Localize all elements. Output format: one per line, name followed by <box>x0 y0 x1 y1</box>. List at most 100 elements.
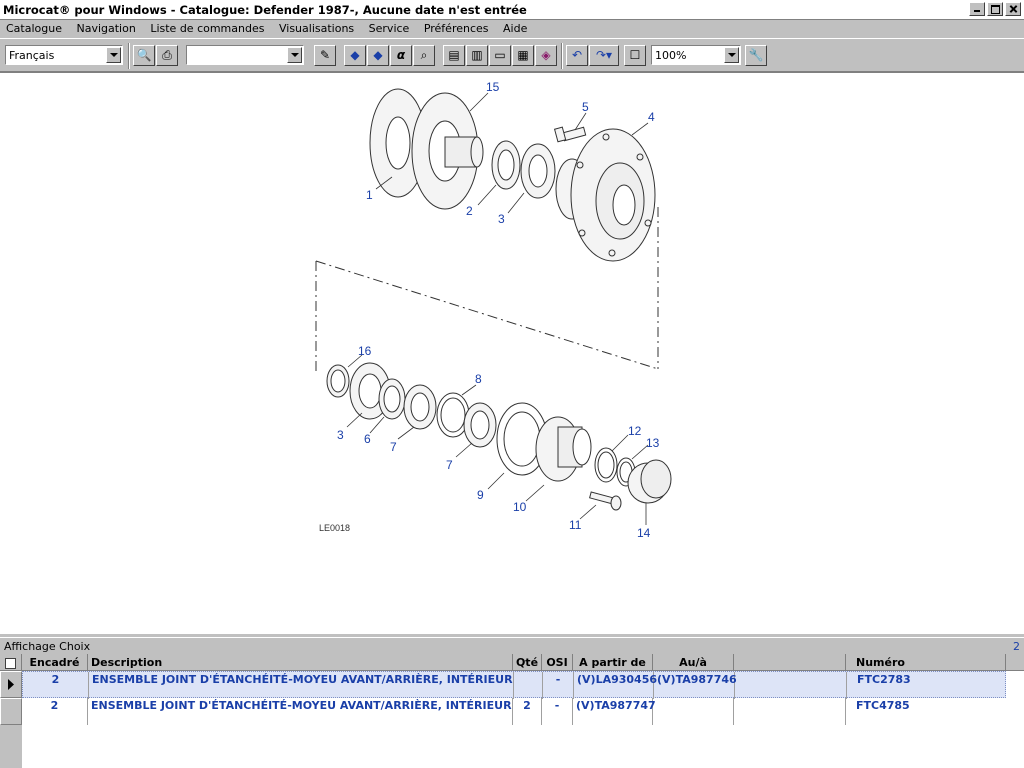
menu-order-list[interactable]: Liste de commandes <box>144 20 269 35</box>
result-count: 2 <box>1013 640 1020 653</box>
callout-2[interactable]: 2 <box>466 204 473 218</box>
list-view-button[interactable]: ▤ <box>443 45 465 66</box>
chevron-down-icon[interactable] <box>287 47 302 63</box>
notes-button[interactable]: ☐ <box>624 45 646 66</box>
menu-navigation[interactable]: Navigation <box>70 20 140 35</box>
catalogue-book-button[interactable]: ◈ <box>535 45 557 66</box>
select-all-cell[interactable] <box>0 654 22 671</box>
print-preview-button[interactable]: 🔍 <box>133 45 155 66</box>
search-combo[interactable] <box>186 45 304 65</box>
part-2-seal <box>491 140 521 190</box>
part-10-drive-member <box>535 416 592 482</box>
menu-bar: Catalogue Navigation Liste de commandes … <box>0 20 1024 38</box>
part-4-hub <box>555 128 656 262</box>
parts-view-button[interactable]: ▥ <box>466 45 488 66</box>
navigate-back-button[interactable]: ◆ <box>344 45 366 66</box>
callout-3-lower[interactable]: 3 <box>337 428 344 442</box>
callout-9[interactable]: 9 <box>477 488 484 502</box>
callout-5[interactable]: 5 <box>582 100 589 114</box>
zoom-select[interactable]: 100% <box>651 45 741 65</box>
part-3-bearing <box>520 143 556 199</box>
menu-preferences[interactable]: Préférences <box>418 20 494 35</box>
row-to <box>653 698 734 725</box>
wrench-icon[interactable]: 🔧 <box>745 45 767 66</box>
callout-1[interactable]: 1 <box>366 188 373 202</box>
film-view-button[interactable]: ▦ <box>512 45 534 66</box>
menu-help[interactable]: Aide <box>497 20 532 35</box>
callout-4[interactable]: 4 <box>648 110 655 124</box>
row-osi: - <box>543 672 574 699</box>
maximize-button[interactable] <box>987 2 1003 16</box>
col-to[interactable]: Au/à <box>653 654 734 671</box>
callout-14[interactable]: 14 <box>637 526 651 540</box>
redo-button[interactable]: ↷▾ <box>589 45 619 66</box>
toolbar: Français 🔍 ⎙ ✎ ◆ ◆ α ⌕ ▤ ▥ ▭ ▦ ◈ ↶ ↷▾ ☐ … <box>0 38 1024 72</box>
callout-13[interactable]: 13 <box>646 436 660 450</box>
row-blank <box>734 698 846 725</box>
menu-catalogue[interactable]: Catalogue <box>0 20 67 35</box>
panel-title: Affichage Choix <box>4 640 91 653</box>
menu-service[interactable]: Service <box>363 20 415 35</box>
header-filler <box>1006 654 1024 671</box>
illustration-reference: LE0018 <box>319 523 350 533</box>
callout-7-b[interactable]: 7 <box>446 458 453 472</box>
col-description[interactable]: Description <box>88 654 513 671</box>
language-select[interactable]: Français <box>5 45 123 65</box>
select-all-checkbox[interactable] <box>5 658 16 669</box>
row-qte: 2 <box>513 698 542 725</box>
row-from: (V)LA930456 <box>574 672 657 699</box>
col-qte[interactable]: Qté <box>513 654 542 671</box>
alpha-index-button[interactable]: α <box>390 45 412 66</box>
window-title: Microcat® pour Windows - Catalogue: Defe… <box>3 3 527 17</box>
part-6-spacer <box>378 378 406 420</box>
row-selector-1[interactable] <box>0 671 22 698</box>
table-row[interactable]: 2 ENSEMBLE JOINT D'ÉTANCHÉITÉ-MOYEU AVAN… <box>22 671 1007 699</box>
part-11-bolt <box>589 491 622 511</box>
part-16-ring <box>326 364 350 398</box>
row-encadre: 2 <box>23 672 89 699</box>
print-button[interactable]: ⎙ <box>156 45 178 66</box>
row-osi: - <box>542 698 573 725</box>
minimize-button[interactable] <box>969 2 985 16</box>
chevron-down-icon[interactable] <box>106 47 121 63</box>
row-blank <box>735 672 847 699</box>
callout-11[interactable]: 11 <box>569 518 582 532</box>
screen-view-button[interactable]: ▭ <box>489 45 511 66</box>
callout-6[interactable]: 6 <box>364 432 371 446</box>
col-from[interactable]: A partir de <box>573 654 653 671</box>
callout-3[interactable]: 3 <box>498 212 505 226</box>
callout-8[interactable]: 8 <box>475 372 482 386</box>
callout-15[interactable]: 15 <box>486 80 500 94</box>
table-row[interactable]: 2 ENSEMBLE JOINT D'ÉTANCHÉITÉ-MOYEU AVAN… <box>22 698 1006 725</box>
col-blank[interactable] <box>734 654 846 671</box>
menu-views[interactable]: Visualisations <box>273 20 359 35</box>
diagram-canvas[interactable]: 15 5 4 1 2 3 16 8 3 6 7 7 12 13 9 10 11 … <box>0 72 1024 634</box>
parts-grid: Encadré Description Qté OSI A partir de … <box>0 654 1024 768</box>
tools-button[interactable]: ✎ <box>314 45 336 66</box>
row-numero[interactable]: FTC2783 <box>847 672 1007 699</box>
callout-10[interactable]: 10 <box>513 500 527 514</box>
row-numero[interactable]: FTC4785 <box>846 698 1006 725</box>
navigate-forward-button[interactable]: ◆ <box>367 45 389 66</box>
toolbar-separator <box>128 43 130 69</box>
callout-12[interactable]: 12 <box>628 424 642 438</box>
part-7-seal-b <box>463 402 497 448</box>
col-encadre[interactable]: Encadré <box>22 654 88 671</box>
find-button[interactable]: ⌕ <box>413 45 435 66</box>
toolbar-separator <box>561 43 563 69</box>
current-row-arrow-icon <box>8 679 14 690</box>
row-selector-2[interactable] <box>0 698 22 725</box>
col-osi[interactable]: OSI <box>542 654 573 671</box>
col-numero[interactable]: Numéro <box>846 654 1006 671</box>
title-bar: Microcat® pour Windows - Catalogue: Defe… <box>0 0 1024 20</box>
callout-7-a[interactable]: 7 <box>390 440 397 454</box>
callout-16[interactable]: 16 <box>358 344 372 358</box>
grid-header: Encadré Description Qté OSI A partir de … <box>0 654 1024 671</box>
row-to: (V)TA987746 <box>654 672 737 699</box>
chevron-down-icon[interactable] <box>724 47 739 63</box>
undo-button[interactable]: ↶ <box>566 45 588 66</box>
row-from: (V)TA987747 <box>573 698 656 725</box>
exploded-parts-diagram[interactable]: 15 5 4 1 2 3 16 8 3 6 7 7 12 13 9 10 11 … <box>0 73 1024 633</box>
row-qte <box>514 672 543 699</box>
close-button[interactable] <box>1005 2 1021 16</box>
